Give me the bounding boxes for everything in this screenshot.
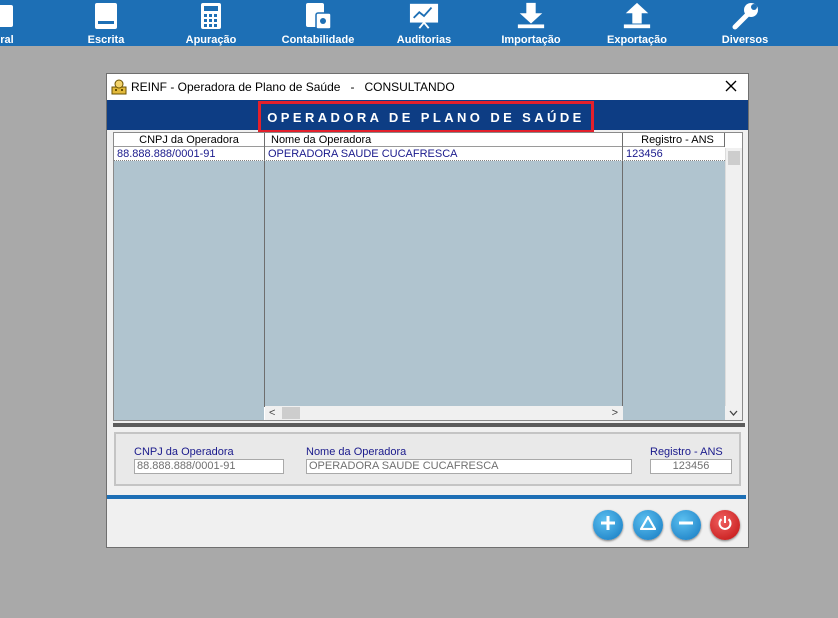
toolbar-diversos[interactable]: Diversos bbox=[715, 0, 775, 46]
operadora-dialog: REINF - Operadora de Plano de Saúde - CO… bbox=[106, 73, 749, 548]
close-icon[interactable] bbox=[722, 77, 740, 95]
exit-button[interactable] bbox=[710, 510, 740, 540]
scroll-corner bbox=[725, 406, 742, 420]
grid-bottom-divider bbox=[113, 423, 745, 427]
download-icon bbox=[516, 1, 546, 31]
book-icon bbox=[91, 1, 121, 31]
toolbar-label: Exportação bbox=[607, 34, 667, 46]
edit-button[interactable] bbox=[633, 510, 663, 540]
triangle-up-icon bbox=[639, 515, 657, 535]
scroll-left-icon[interactable]: < bbox=[269, 406, 275, 420]
column-header-nome[interactable]: Nome da Operadora bbox=[271, 133, 621, 147]
banner-title: OPERADORA DE PLANO DE SAÚDE bbox=[267, 109, 585, 125]
app-icon bbox=[111, 79, 127, 95]
cnpj-label: CNPJ da Operadora bbox=[134, 446, 234, 458]
cell-registro: 123456 bbox=[626, 148, 663, 160]
upload-icon bbox=[622, 1, 652, 31]
column-divider bbox=[264, 133, 265, 407]
dialog-title: REINF - Operadora de Plano de Saúde - CO… bbox=[131, 80, 455, 94]
grid-footer-cell bbox=[623, 406, 725, 420]
toolbar-label: Contabilidade bbox=[281, 34, 355, 46]
toolbar-importacao[interactable]: Importação bbox=[496, 0, 566, 46]
scroll-right-icon[interactable]: > bbox=[612, 406, 618, 420]
toolbar-label: ral bbox=[0, 34, 14, 46]
vertical-scrollbar[interactable] bbox=[725, 148, 742, 406]
toolbar-label: Importação bbox=[501, 34, 561, 46]
grid-footer-cell bbox=[114, 406, 264, 420]
toolbar-label: Diversos bbox=[721, 34, 769, 46]
column-header-cnpj[interactable]: CNPJ da Operadora bbox=[114, 133, 264, 147]
add-button[interactable] bbox=[593, 510, 623, 540]
nome-label: Nome da Operadora bbox=[306, 446, 407, 458]
wrench-icon bbox=[730, 1, 760, 31]
power-icon bbox=[717, 515, 733, 536]
table-row[interactable]: 88.888.888/0001-91 OPERADORA SAUDE CUCAF… bbox=[114, 148, 725, 161]
banner-highlight: OPERADORA DE PLANO DE SAÚDE bbox=[258, 101, 594, 133]
cell-cnpj: 88.888.888/0001-91 bbox=[117, 148, 216, 160]
toolbar-label: Escrita bbox=[87, 34, 125, 46]
doc-icon bbox=[0, 1, 22, 31]
toolbar-contabilidade[interactable]: Contabilidade bbox=[278, 0, 358, 46]
dialog-titlebar[interactable]: REINF - Operadora de Plano de Saúde - CO… bbox=[107, 74, 748, 100]
detail-panel: CNPJ da Operadora 88.888.888/0001-91 Nom… bbox=[114, 432, 741, 486]
toolbar-auditorias[interactable]: Auditorias bbox=[392, 0, 456, 46]
toolbar-apuracao[interactable]: Apuração bbox=[180, 0, 242, 46]
plus-icon bbox=[600, 515, 616, 536]
column-header-registro[interactable]: Registro - ANS bbox=[630, 133, 725, 147]
operadora-grid[interactable]: CNPJ da Operadora Nome da Operadora Regi… bbox=[113, 132, 743, 421]
toolbar-geral[interactable]: ral bbox=[0, 0, 22, 46]
ledger-calculator-icon bbox=[303, 1, 333, 31]
column-divider bbox=[622, 133, 623, 407]
minus-icon bbox=[678, 515, 694, 536]
cnpj-field[interactable]: 88.888.888/0001-91 bbox=[134, 459, 284, 474]
scroll-thumb[interactable] bbox=[282, 407, 300, 419]
scroll-down-icon[interactable] bbox=[729, 406, 738, 420]
scroll-thumb[interactable] bbox=[728, 151, 740, 165]
toolbar-exportacao[interactable]: Exportação bbox=[602, 0, 672, 46]
registro-label: Registro - ANS bbox=[650, 446, 723, 458]
grid-body: 88.888.888/0001-91 OPERADORA SAUDE CUCAF… bbox=[114, 148, 725, 406]
delete-button[interactable] bbox=[671, 510, 701, 540]
main-toolbar: ral Escrita Apuração Contabilidade Audit… bbox=[0, 0, 838, 46]
column-divider bbox=[724, 133, 725, 147]
cell-nome: OPERADORA SAUDE CUCAFRESCA bbox=[268, 148, 458, 160]
nome-field[interactable]: OPERADORA SAUDE CUCAFRESCA bbox=[306, 459, 632, 474]
registro-field[interactable]: 123456 bbox=[650, 459, 732, 474]
grid-header: CNPJ da Operadora Nome da Operadora Regi… bbox=[114, 133, 725, 147]
toolbar-label: Apuração bbox=[185, 34, 237, 46]
footer-divider bbox=[107, 495, 746, 499]
toolbar-escrita[interactable]: Escrita bbox=[80, 0, 132, 46]
horizontal-scrollbar[interactable]: < > bbox=[265, 406, 623, 420]
calculator-icon bbox=[196, 1, 226, 31]
chart-board-icon bbox=[409, 1, 439, 31]
toolbar-label: Auditorias bbox=[396, 34, 452, 46]
